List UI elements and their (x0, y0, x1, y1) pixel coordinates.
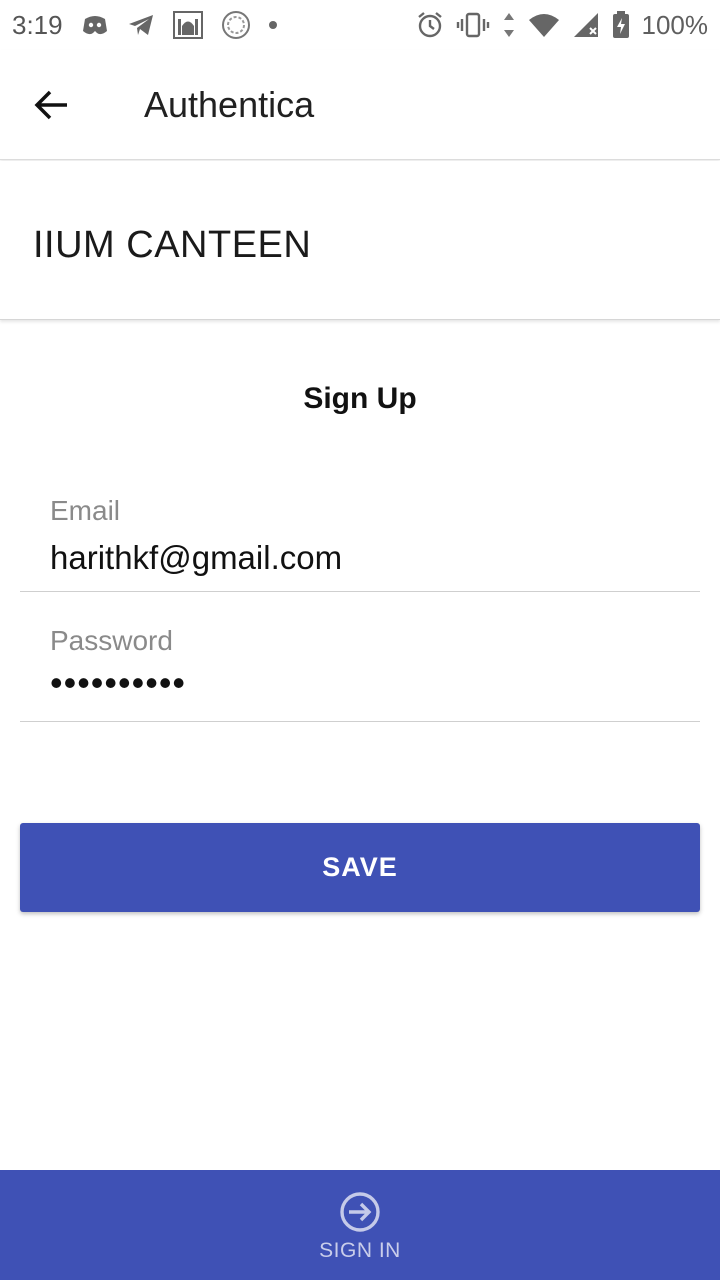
nav-item-sign-in[interactable]: SIGN IN (319, 1191, 401, 1263)
header-card: IIUM CANTEEN (0, 161, 720, 320)
telegram-icon (127, 13, 155, 37)
status-left: 3:19 (12, 10, 277, 41)
status-right: 100% (416, 9, 709, 41)
cell-signal-icon (572, 12, 600, 38)
sign-in-icon (340, 1192, 380, 1232)
screen: 3:19 100% Authentica IIUM CANTEEN Sign U… (0, 0, 720, 1280)
status-bar: 3:19 100% (0, 0, 720, 50)
discord-icon (81, 13, 109, 37)
alarm-icon (416, 11, 444, 39)
form-title: Sign Up (303, 382, 417, 415)
password-input[interactable]: •••••••••• (50, 662, 186, 704)
header-title: IIUM CANTEEN (33, 223, 312, 266)
data-arrows-icon (502, 12, 516, 38)
save-button[interactable]: SAVE (20, 823, 700, 912)
email-label: Email (50, 495, 121, 526)
app-title: Authentica (144, 83, 315, 125)
password-label: Password (50, 625, 173, 656)
dot-icon (268, 21, 277, 29)
back-button[interactable] (22, 75, 82, 135)
battery-icon (612, 11, 630, 39)
arrow-back-icon (34, 90, 67, 119)
mosque-app-icon (172, 11, 203, 39)
email-input[interactable]: harithkf@gmail.com (50, 539, 342, 577)
status-time: 3:19 (12, 9, 63, 40)
password-field[interactable]: Password •••••••••• (20, 590, 700, 722)
bottom-nav: SIGN IN (0, 1170, 720, 1280)
nav-label-sign-in: SIGN IN (319, 1239, 401, 1262)
vibrate-icon (456, 12, 490, 38)
email-field[interactable]: Email harithkf@gmail.com (20, 460, 700, 592)
battery-percent: 100% (641, 9, 709, 40)
circle-app-icon (221, 10, 251, 40)
wifi-icon (528, 12, 560, 38)
app-bar: Authentica (0, 50, 720, 160)
